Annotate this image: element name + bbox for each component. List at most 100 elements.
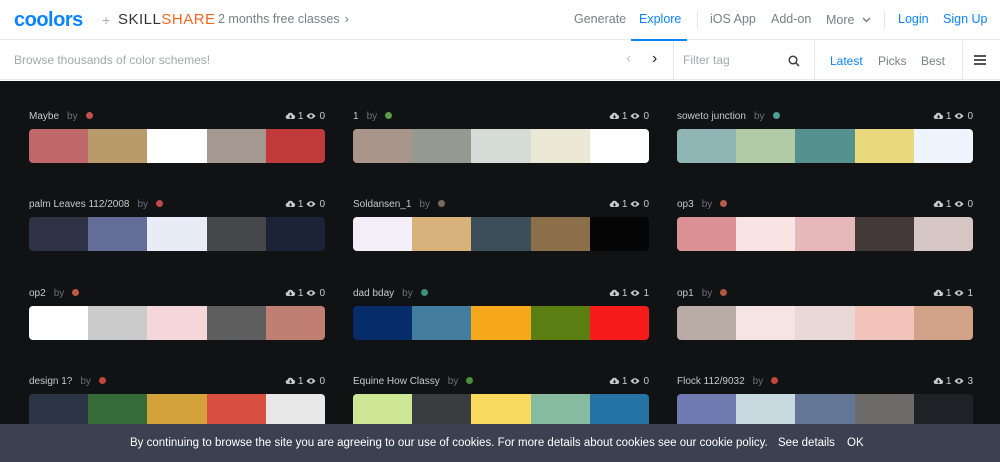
nav-more[interactable]: More (826, 12, 871, 27)
color-swatch[interactable] (265, 129, 325, 163)
palette-name[interactable]: Equine How Classy (353, 376, 440, 387)
color-swatch[interactable] (29, 306, 89, 340)
cloud-download-icon[interactable] (933, 376, 944, 387)
color-swatch[interactable] (29, 217, 89, 251)
color-swatch[interactable] (88, 306, 148, 340)
color-swatch[interactable] (471, 306, 531, 340)
author-avatar[interactable] (72, 289, 80, 296)
cloud-download-icon[interactable] (285, 376, 296, 387)
cookie-see-details-link[interactable]: See details (778, 437, 835, 449)
palette-name[interactable]: soweto junction (677, 111, 746, 122)
palette-name[interactable]: op1 (677, 288, 694, 299)
color-swatch[interactable] (677, 217, 737, 251)
color-swatch[interactable] (29, 129, 89, 163)
palette-name[interactable]: Flock 112/9032 (677, 376, 745, 387)
color-swatch[interactable] (795, 394, 855, 428)
cloud-download-icon[interactable] (285, 288, 296, 299)
color-swatch[interactable] (795, 129, 855, 163)
next-page-icon[interactable]: › (652, 50, 657, 68)
color-swatch[interactable] (412, 306, 472, 340)
color-palette[interactable] (29, 394, 325, 428)
color-swatch[interactable] (265, 394, 325, 428)
color-palette[interactable] (353, 306, 649, 340)
author-avatar[interactable] (437, 200, 445, 207)
palette-card[interactable]: Maybe by 1 0 (29, 110, 325, 180)
color-swatch[interactable] (147, 217, 207, 251)
color-swatch[interactable] (471, 394, 531, 428)
color-palette[interactable] (677, 394, 973, 428)
color-swatch[interactable] (147, 306, 207, 340)
author-avatar[interactable] (466, 377, 474, 384)
palette-card[interactable]: Soldansen_1 by 1 0 (353, 198, 649, 268)
palette-card[interactable]: op3 by 1 0 (677, 198, 973, 268)
cloud-download-icon[interactable] (609, 376, 620, 387)
author-avatar[interactable] (771, 377, 779, 384)
palette-name[interactable]: Soldansen_1 (353, 199, 411, 210)
cloud-download-icon[interactable] (609, 288, 620, 299)
color-swatch[interactable] (265, 306, 325, 340)
color-swatch[interactable] (913, 217, 973, 251)
color-swatch[interactable] (353, 129, 413, 163)
color-swatch[interactable] (589, 394, 649, 428)
author-avatar[interactable] (98, 377, 106, 384)
color-swatch[interactable] (147, 394, 207, 428)
palette-name[interactable]: 1 (353, 111, 359, 122)
cloud-download-icon[interactable] (609, 199, 620, 210)
color-swatch[interactable] (736, 129, 796, 163)
color-palette[interactable] (353, 394, 649, 428)
cloud-download-icon[interactable] (609, 111, 620, 122)
color-swatch[interactable] (589, 129, 649, 163)
menu-icon[interactable] (974, 55, 986, 65)
palette-card[interactable]: 1 by 1 0 (353, 110, 649, 180)
palette-card[interactable]: soweto junction by 1 0 (677, 110, 973, 180)
color-swatch[interactable] (677, 306, 737, 340)
color-swatch[interactable] (795, 306, 855, 340)
color-swatch[interactable] (530, 394, 590, 428)
color-swatch[interactable] (412, 394, 472, 428)
color-swatch[interactable] (854, 217, 914, 251)
author-avatar[interactable] (772, 112, 780, 119)
color-swatch[interactable] (530, 129, 590, 163)
color-swatch[interactable] (589, 306, 649, 340)
palette-card[interactable]: op2 by 1 0 (29, 287, 325, 357)
color-swatch[interactable] (88, 129, 148, 163)
color-swatch[interactable] (88, 217, 148, 251)
sort-latest[interactable]: Latest (830, 54, 863, 68)
color-swatch[interactable] (913, 394, 973, 428)
palette-name[interactable]: dad bday (353, 288, 394, 299)
cloud-download-icon[interactable] (285, 111, 296, 122)
author-avatar[interactable] (85, 112, 93, 119)
color-swatch[interactable] (206, 217, 266, 251)
color-swatch[interactable] (353, 217, 413, 251)
color-swatch[interactable] (471, 217, 531, 251)
color-swatch[interactable] (736, 217, 796, 251)
nav-login[interactable]: Login (898, 12, 929, 26)
nav-add-on[interactable]: Add-on (771, 12, 811, 26)
search-icon[interactable] (788, 54, 800, 72)
color-swatch[interactable] (795, 217, 855, 251)
palette-card[interactable]: dad bday by 1 1 (353, 287, 649, 357)
color-swatch[interactable] (147, 129, 207, 163)
color-swatch[interactable] (206, 306, 266, 340)
palette-name[interactable]: Maybe (29, 111, 59, 122)
nav-generate[interactable]: Generate (574, 12, 626, 26)
color-swatch[interactable] (736, 306, 796, 340)
sort-picks[interactable]: Picks (878, 54, 907, 68)
color-palette[interactable] (677, 129, 973, 163)
color-palette[interactable] (677, 306, 973, 340)
author-avatar[interactable] (720, 289, 728, 296)
palette-card[interactable]: op1 by 1 1 (677, 287, 973, 357)
color-swatch[interactable] (412, 217, 472, 251)
color-swatch[interactable] (353, 394, 413, 428)
promo-link[interactable]: 2 months free classes › (218, 12, 349, 26)
coolors-logo[interactable]: coolors (14, 9, 83, 32)
color-palette[interactable] (353, 129, 649, 163)
cloud-download-icon[interactable] (933, 199, 944, 210)
cookie-ok-button[interactable]: OK (847, 437, 864, 449)
prev-page-icon[interactable]: ‹ (626, 50, 631, 68)
color-swatch[interactable] (736, 394, 796, 428)
color-palette[interactable] (29, 306, 325, 340)
color-swatch[interactable] (471, 129, 531, 163)
color-swatch[interactable] (589, 217, 649, 251)
color-palette[interactable] (29, 217, 325, 251)
